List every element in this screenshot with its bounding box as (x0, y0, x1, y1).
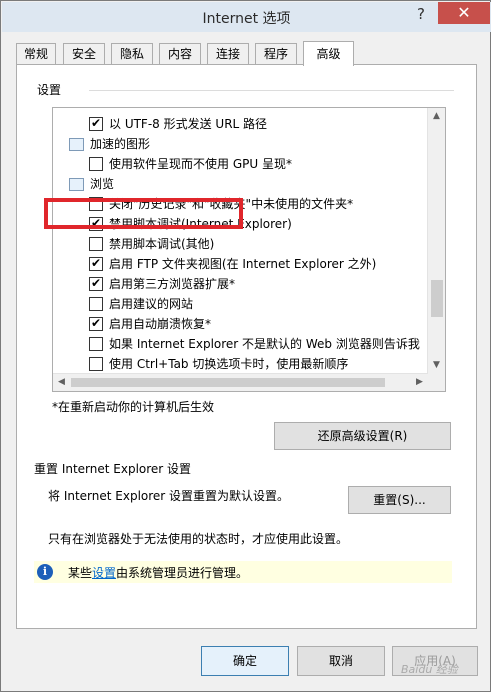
settings-tree[interactable]: ✔ 以 UTF-8 形式发送 URL 路径加速的图形使用软件呈现而不使用 GPU … (52, 107, 446, 392)
tree-item-label: 启用建议的网站 (109, 297, 194, 311)
info-icon: i (37, 564, 53, 580)
checkbox-checked[interactable]: ✔ (89, 316, 103, 331)
tree-item-label: 使用 Ctrl+Tab 切换选项卡时，使用最新顺序 (109, 357, 349, 371)
tab-security[interactable]: 安全 (63, 43, 105, 65)
checkbox-checked[interactable]: ✔ (89, 256, 103, 271)
info-suffix: 由系统管理员进行管理。 (116, 566, 249, 580)
reset-description: 将 Internet Explorer 设置重置为默认设置。 (48, 489, 290, 503)
tab-programs[interactable]: 程序 (255, 43, 297, 65)
reset-section-title: 重置 Internet Explorer 设置 (34, 462, 192, 476)
reset-button[interactable]: 重置(S)... (348, 486, 451, 514)
group-divider (89, 90, 454, 91)
checkbox-unchecked[interactable] (89, 357, 103, 371)
category-icon (69, 178, 84, 191)
tab-content[interactable]: 内容 (159, 43, 201, 65)
checkmark-icon: ✔ (90, 316, 102, 330)
settings-group-label: 设置 (37, 83, 62, 97)
horizontal-scroll-thumb[interactable] (71, 378, 385, 387)
checkmark-icon: ✔ (90, 276, 102, 290)
checkbox-unchecked[interactable] (89, 237, 103, 251)
info-bar: i 某些设置由系统管理员进行管理。 (34, 561, 452, 583)
checkbox-unchecked[interactable] (89, 297, 103, 311)
tree-item-label: 浏览 (90, 177, 115, 191)
scroll-up-arrow-icon[interactable]: ▲ (428, 108, 445, 125)
scroll-down-arrow-icon[interactable]: ▼ (428, 357, 445, 374)
checkbox-checked[interactable]: ✔ (89, 276, 103, 291)
dialog-window: Internet 选项 ? ✕ 常规 安全 隐私 内容 连接 程序 高级 设置 … (0, 0, 491, 692)
tree-item-label: 启用第三方浏览器扩展* (109, 277, 236, 291)
checkmark-icon: ✔ (90, 256, 102, 270)
scroll-left-arrow-icon[interactable]: ◀ (53, 374, 70, 391)
watermark: Baidu 经验 (401, 663, 458, 676)
info-prefix: 某些 (68, 566, 93, 580)
tree-item-label: 以 UTF-8 形式发送 URL 路径 (109, 117, 268, 131)
settings-link[interactable]: 设置 (92, 566, 116, 580)
ok-button[interactable]: 确定 (201, 646, 289, 676)
category-icon (69, 138, 84, 151)
scroll-right-arrow-icon[interactable]: ▶ (411, 374, 428, 391)
checkmark-icon: ✔ (90, 116, 102, 130)
checkbox-unchecked[interactable] (89, 157, 103, 171)
close-button[interactable]: ✕ (438, 2, 490, 24)
info-text: 某些设置由系统管理员进行管理。 (68, 564, 248, 581)
advanced-panel: 设置 ✔ 以 UTF-8 形式发送 URL 路径加速的图形使用软件呈现而不使用 G… (16, 64, 477, 629)
horizontal-scrollbar[interactable]: ◀ ▶ (53, 373, 428, 391)
tree-item-label: 禁用脚本调试(其他) (109, 237, 215, 251)
tab-privacy[interactable]: 隐私 (111, 43, 153, 65)
restart-note: *在重新启动你的计算机后生效 (52, 400, 215, 414)
help-button[interactable]: ? (407, 3, 435, 25)
checkbox-checked[interactable]: ✔ (89, 116, 103, 131)
tab-advanced[interactable]: 高级 (303, 41, 354, 66)
vertical-scroll-thumb[interactable] (431, 280, 443, 317)
restore-advanced-button[interactable]: 还原高级设置(R) (274, 422, 451, 450)
tree-item-label: 如果 Internet Explorer 不是默认的 Web 浏览器则告诉我 (109, 337, 420, 351)
vertical-scrollbar[interactable]: ▲ ▼ (427, 108, 445, 374)
tree-item-label: 启用 FTP 文件夹视图(在 Internet Explorer 之外) (109, 257, 377, 271)
tree-item-label: 加速的图形 (90, 137, 151, 151)
scroll-corner (428, 374, 445, 391)
cancel-button[interactable]: 取消 (297, 646, 385, 676)
reset-warning: 只有在浏览器处于无法使用的状态时，才应使用此设置。 (48, 532, 349, 546)
red-highlight-box (44, 198, 243, 229)
tab-connections[interactable]: 连接 (207, 43, 249, 65)
tree-item-label: 启用自动崩溃恢复* (109, 317, 212, 331)
title-bar: Internet 选项 ? ✕ (2, 2, 491, 32)
tree-item-label: 使用软件呈现而不使用 GPU 呈现* (109, 157, 292, 171)
tab-general[interactable]: 常规 (16, 43, 56, 65)
checkbox-unchecked[interactable] (89, 337, 103, 351)
